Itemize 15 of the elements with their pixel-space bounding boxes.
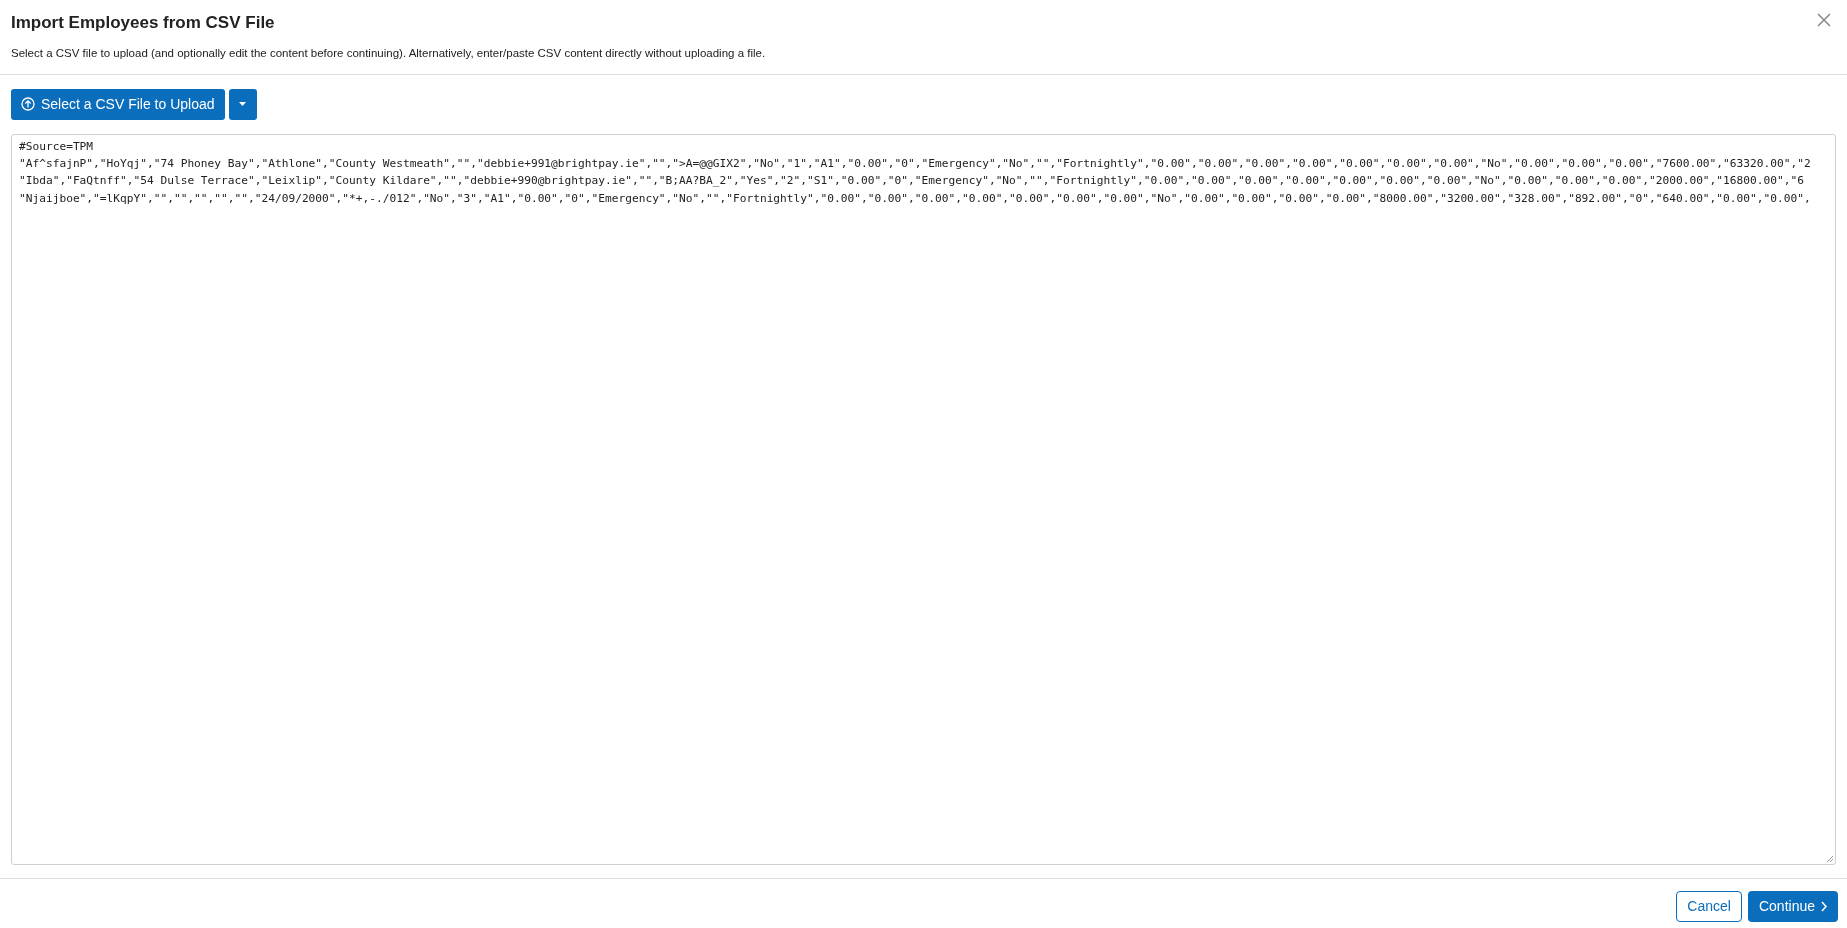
close-icon[interactable] — [1817, 13, 1831, 27]
upload-button[interactable]: Select a CSV File to Upload — [11, 88, 225, 120]
caret-icon — [239, 102, 247, 107]
csv-line: "Njaijboe","=lKqpY","","","","","","24/09/2000","*+,-./012","No","3","A1","0.00","0","Emergency","No","","Fortnightly","0.00","0.00","0.00","0.00","0.00","0.00","0.00","No","0.00","0.00","0.00","0.00","8000.00","3200.00","328.00","892.00","0","640.00","0.00","0.00", — [19, 190, 1811, 207]
resize-grip-icon[interactable] — [1826, 854, 1834, 863]
continue-button[interactable]: Continue — [1747, 890, 1838, 922]
csv-line: "Ibda","FaQtnff","54 Dulse Terrace","Leixlip","County Kildare","","debbie+990@brightpay.ie","","B;AA?BA_2","Yes","2","S1","0.00","0","Emergency","No","","Fortnightly","0.00","0.00","0.00","0.00","0.00","0.00","0.00","No","0.00","0.00","0.00","2000.00","16800.00","6 — [19, 173, 1804, 190]
cancel-button[interactable]: Cancel — [1676, 890, 1742, 922]
dialog-title: Import Employees from CSV File — [11, 12, 276, 34]
chevron-right-icon — [1821, 900, 1827, 912]
dropdown-button[interactable] — [228, 88, 257, 120]
csv-line: "Af^sfajnP","HoYqj","74 Phoney Bay","Athlone","County Westmeath","","debbie+991@brightpay.ie","",">A=@@GIX2","No","1","A1","0.00","0","Emergency","No","","Fortnightly","0.00","0.00","0.00","0.00","0.00","0.00","0.00","No","0.00","0.00","0.00","7600.00","63320.00","2 — [19, 156, 1811, 173]
csv-line: #Source=TPM — [19, 138, 94, 155]
upload-arrow-icon — [21, 97, 35, 112]
dialog-description: Select a CSV file to upload (and optionally edit the content before continuing). Alternatively, enter/paste CSV content directly without uploading a file. — [11, 45, 766, 61]
